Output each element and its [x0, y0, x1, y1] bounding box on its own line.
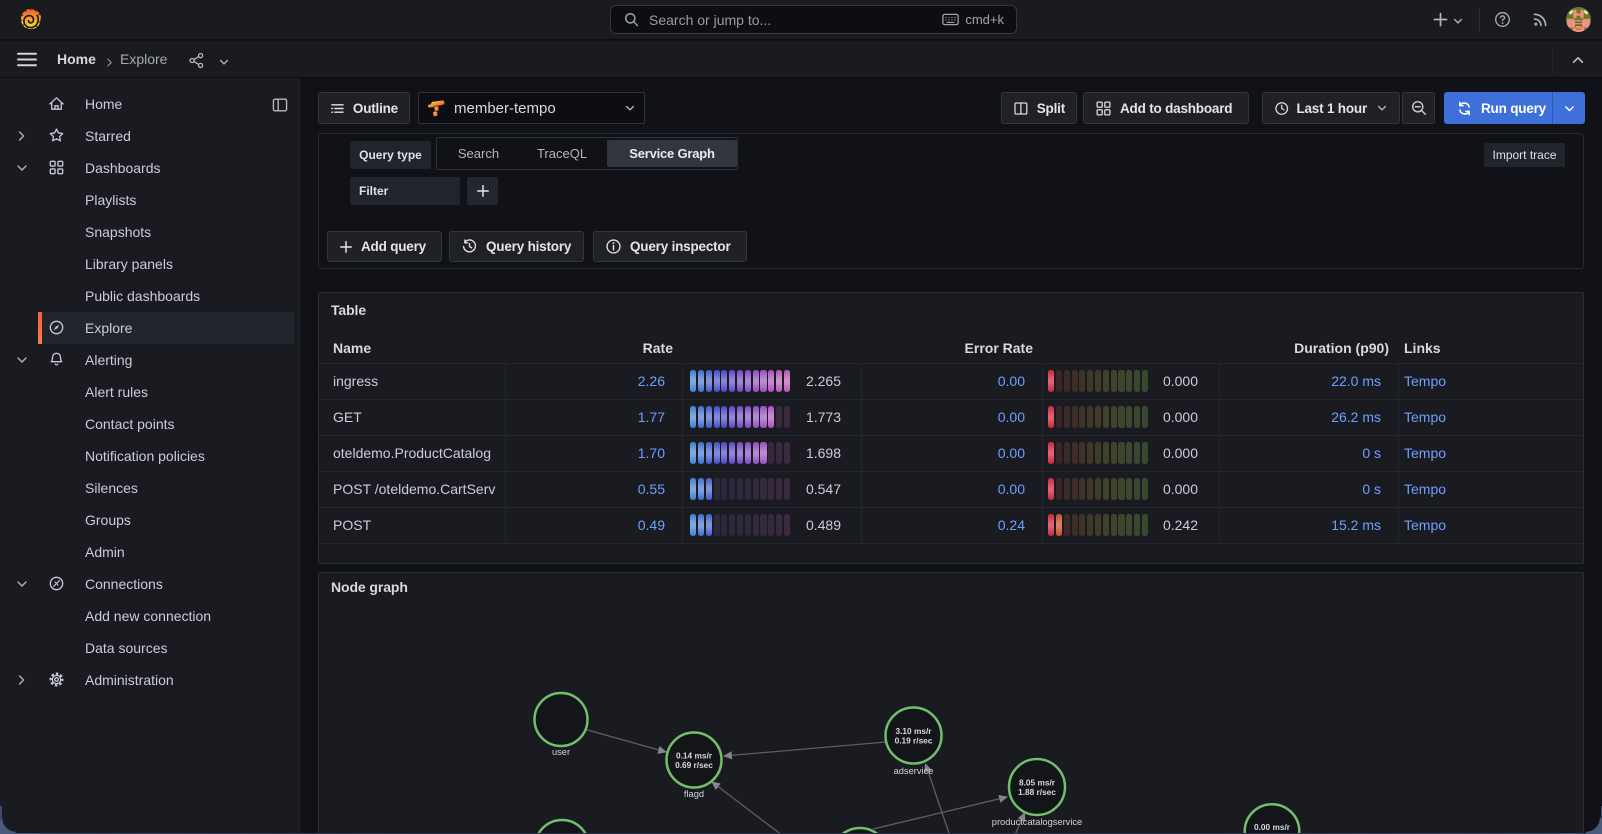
svg-text:productcatalogservice: productcatalogservice [992, 817, 1082, 827]
svg-text:8.05 ms/r: 8.05 ms/r [1019, 777, 1056, 787]
svg-text:flagd: flagd [684, 789, 704, 799]
svg-text:adservice: adservice [894, 766, 934, 776]
svg-text:0.69 r/sec: 0.69 r/sec [675, 760, 713, 770]
svg-text:0.00 ms/r: 0.00 ms/r [1254, 822, 1291, 832]
svg-text:0.19 r/sec: 0.19 r/sec [895, 735, 933, 745]
svg-text:1.88 r/sec: 1.88 r/sec [1018, 787, 1056, 797]
svg-text:0.14 ms/r: 0.14 ms/r [676, 750, 713, 760]
svg-text:user: user [552, 747, 570, 757]
svg-text:3.10 ms/r: 3.10 ms/r [896, 726, 933, 736]
